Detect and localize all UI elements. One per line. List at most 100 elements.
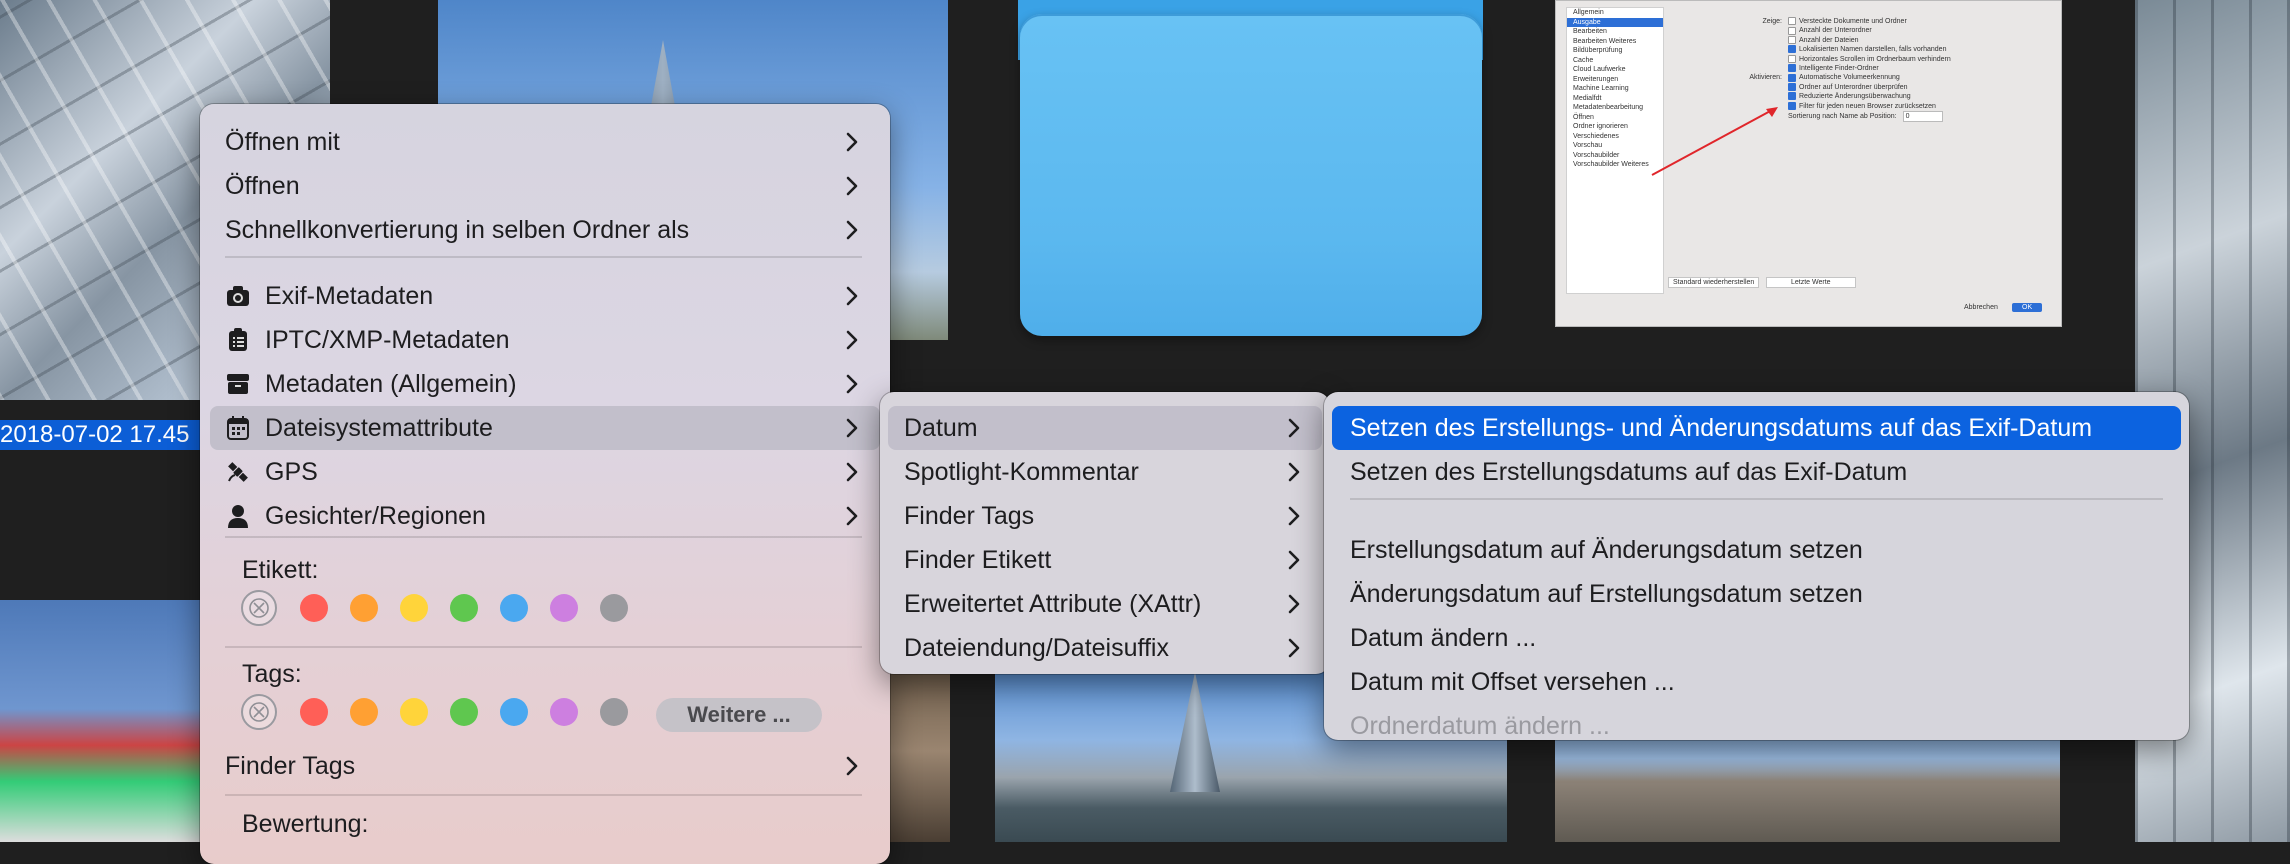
settings-sidebar-item: Bildüberprüfung: [1573, 47, 1623, 54]
etikett-color-dot[interactable]: [350, 594, 378, 622]
menu-separator: [225, 646, 862, 648]
menu-item-gesichter-regionen[interactable]: Gesichter/Regionen: [200, 494, 890, 538]
menu-item-iptc-xmp-metadaten[interactable]: IPTC/XMP-Metadaten: [200, 318, 890, 362]
chevron-right-icon: [1288, 450, 1300, 494]
box-icon: [225, 371, 251, 397]
settings-option-text: Sortierung nach Name ab Position:: [1788, 113, 1897, 121]
checkbox-icon: [1788, 92, 1796, 101]
last-values-button: Letzte Werte: [1766, 277, 1856, 288]
settings-sidebar-item: Cloud Laufwerke: [1573, 66, 1626, 73]
photo-thumbnail-fair[interactable]: [0, 600, 200, 842]
menu-item-gps[interactable]: GPS: [200, 450, 890, 494]
chevron-right-icon: [846, 744, 858, 788]
restore-defaults-button: Standard wiederherstellen: [1668, 277, 1760, 288]
tag-color-dot[interactable]: [550, 698, 578, 726]
chevron-right-icon: [846, 362, 858, 406]
clipboard-icon: [225, 327, 251, 353]
checkbox-icon: [1788, 73, 1796, 82]
submenu-item-label: Dateiendung/Dateisuffix: [904, 633, 1169, 662]
menu-item-label: Gesichter/Regionen: [265, 501, 486, 530]
tag-color-dot[interactable]: [300, 698, 328, 726]
etikett-color-dot[interactable]: [450, 594, 478, 622]
menu-item-dateisystemattribute[interactable]: Dateisystemattribute: [210, 406, 880, 450]
menu-item-metadaten-allgemein[interactable]: Metadaten (Allgemein): [200, 362, 890, 406]
chevron-right-icon: [1288, 494, 1300, 538]
menu-item-offnen-mit[interactable]: Öffnen mit: [200, 120, 890, 164]
etikett-label: Etikett:: [242, 556, 319, 584]
settings-option-text: Anzahl der Dateien: [1799, 36, 1859, 44]
menu-item-offnen[interactable]: Öffnen: [200, 164, 890, 208]
tag-none-icon[interactable]: [241, 694, 277, 730]
chevron-right-icon: [1288, 582, 1300, 626]
photo-thumbnail-building[interactable]: [880, 660, 950, 842]
settings-option-text: Filter für jeden neuen Browser zurückset…: [1799, 102, 1936, 110]
submenu-item-setzen-des-erstellungs-und-anderungsdatums-auf-d[interactable]: Setzen des Erstellungs- und Änderungsdat…: [1332, 406, 2181, 450]
checkbox-icon: [1788, 54, 1796, 63]
etikett-none-icon[interactable]: [241, 590, 277, 626]
dateisystemattribute-submenu: Datum Spotlight-Kommentar Finder Tags Finde…: [880, 392, 1330, 674]
menu-item-exif-metadaten[interactable]: Exif-Metadaten: [200, 274, 890, 318]
submenu-item-label: Setzen des Erstellungs- und Änderungsdat…: [1350, 413, 2093, 442]
settings-option-row: Ordner auf Unterordner überprüfen: [1726, 83, 2046, 92]
etikett-color-dot[interactable]: [300, 594, 328, 622]
chevron-right-icon: [846, 274, 858, 318]
submenu-item-setzen-des-erstellungsdatums-auf-das-exif-datum[interactable]: Setzen des Erstellungsdatums auf das Exi…: [1324, 450, 2189, 494]
tags-label: Tags:: [242, 660, 302, 688]
submenu-item-finder-tags[interactable]: Finder Tags: [880, 494, 1330, 538]
menu-item-label: Exif-Metadaten: [265, 281, 434, 310]
folder-icon[interactable]: [1018, 0, 1483, 338]
etikett-color-dot[interactable]: [500, 594, 528, 622]
folder-front-shape: [1020, 14, 1482, 336]
submenu-item-label: Änderungsdatum auf Erstellungsdatum setz…: [1350, 579, 1863, 608]
settings-option-row: Aktivieren: Automatische Volumeerkennung: [1726, 73, 2046, 82]
tag-color-dot[interactable]: [500, 698, 528, 726]
submenu-item-anderungsdatum-auf-erstellungsdatum-setzen[interactable]: Änderungsdatum auf Erstellungsdatum setz…: [1324, 572, 2189, 616]
menu-item-label: Metadaten (Allgemein): [265, 369, 517, 398]
etikett-color-dot[interactable]: [550, 594, 578, 622]
submenu-item-label: Setzen des Erstellungsdatums auf das Exi…: [1350, 457, 1908, 486]
context-menu: Öffnen mit Öffnen Schnellkonvertierung in …: [200, 104, 890, 864]
etikett-color-dot[interactable]: [400, 594, 428, 622]
chevron-right-icon: [846, 450, 858, 494]
submenu-item-finder-etikett[interactable]: Finder Etikett: [880, 538, 1330, 582]
selected-filename-label[interactable]: 2018-07-02 17.45: [0, 420, 206, 450]
submenu-item-spotlight-kommentar[interactable]: Spotlight-Kommentar: [880, 450, 1330, 494]
submenu-item-datum-mit-offset-versehen[interactable]: Datum mit Offset versehen ...: [1324, 660, 2189, 704]
submenu-item-datum-andern[interactable]: Datum ändern ...: [1324, 616, 2189, 660]
settings-option-text: Ordner auf Unterordner überprüfen: [1799, 83, 1908, 91]
weitere-button[interactable]: Weitere ...: [656, 698, 822, 732]
submenu-item-dateiendung-dateisuffix[interactable]: Dateiendung/Dateisuffix: [880, 626, 1330, 670]
etikett-color-dot[interactable]: [600, 594, 628, 622]
submenu-item-ordnerdatum-andern: Ordnerdatum ändern ...: [1324, 704, 2189, 740]
settings-option-row: Zeige: Versteckte Dokumente und Ordner: [1726, 17, 2046, 26]
settings-sidebar-item: Allgemein: [1573, 9, 1604, 16]
tag-color-dot[interactable]: [350, 698, 378, 726]
settings-sidebar-item: Machine Learning: [1573, 85, 1629, 92]
checkbox-icon: [1788, 101, 1796, 110]
cancel-button: Abbrechen: [1964, 304, 1998, 311]
settings-screenshot-thumbnail[interactable]: Allgemein Ausgabe Bearbeiten Bearbeiten Wei…: [1555, 0, 2062, 327]
settings-sidebar-item: Erweiterungen: [1573, 75, 1619, 83]
menu-separator: [225, 794, 862, 796]
person-icon: [225, 503, 251, 529]
chevron-right-icon: [846, 208, 858, 252]
checkbox-icon: [1788, 83, 1796, 91]
position-field: 0: [1902, 111, 1943, 123]
tag-color-dot[interactable]: [450, 698, 478, 726]
menu-item-finder-tags[interactable]: Finder Tags: [200, 744, 890, 788]
chevron-right-icon: [1288, 626, 1300, 670]
settings-option-text: Reduzierte Änderungsüberwachung: [1799, 93, 1911, 101]
settings-sidebar-item: Bearbeiten: [1573, 28, 1607, 35]
settings-sidebar-item: Bearbeiten Weiteres: [1573, 37, 1637, 45]
chevron-right-icon: [1288, 406, 1300, 450]
submenu-item-label: Ordnerdatum ändern ...: [1350, 711, 1610, 740]
settings-option-row: Intelligente Finder-Ordner: [1726, 64, 2046, 73]
settings-option-text: Automatische Volumeerkennung: [1799, 74, 1900, 82]
settings-option-group-label: Aktivieren:: [1749, 74, 1782, 82]
tag-color-dot[interactable]: [600, 698, 628, 726]
submenu-item-erweitertet-attribute-xattr[interactable]: Erweitertet Attribute (XAttr): [880, 582, 1330, 626]
tag-color-dot[interactable]: [400, 698, 428, 726]
submenu-item-datum[interactable]: Datum: [888, 406, 1322, 450]
menu-item-schnellkonvertierung-in-selben-ordner-als[interactable]: Schnellkonvertierung in selben Ordner al…: [200, 208, 890, 252]
submenu-item-erstellungsdatum-auf-anderungsdatum-setzen[interactable]: Erstellungsdatum auf Änderungsdatum setz…: [1324, 528, 2189, 572]
